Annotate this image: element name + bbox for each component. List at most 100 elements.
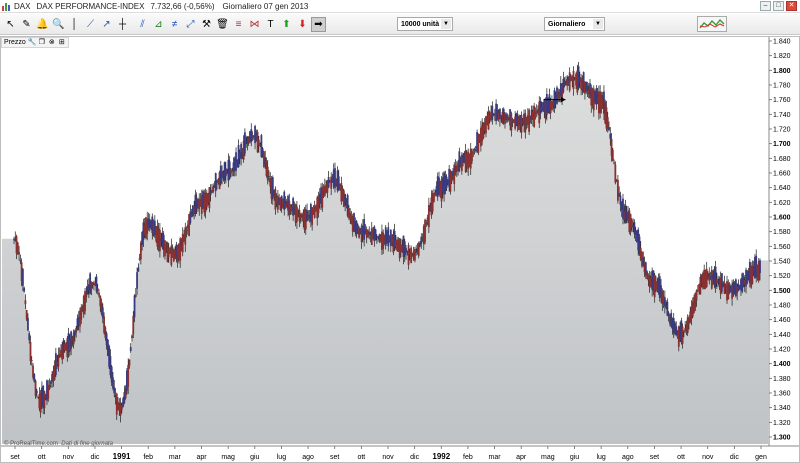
time-axis-label: set [330, 454, 339, 461]
minimize-button[interactable]: – [760, 1, 771, 11]
candle-down [414, 248, 416, 261]
app-chart-icon [2, 2, 11, 11]
fibonacci-icon[interactable]: ≡ [231, 17, 246, 32]
candle-down [127, 364, 130, 387]
candle-up [250, 129, 253, 142]
candle-up [23, 287, 26, 292]
regression-icon[interactable]: ⤢ [183, 17, 198, 32]
cursor-icon[interactable]: ↖ [3, 17, 18, 32]
time-axis-label: giu [250, 454, 259, 461]
candle-up [415, 251, 418, 253]
alarm-bell-icon[interactable]: 🔔 [35, 17, 50, 32]
price-axis-label: 1.380 [773, 376, 791, 383]
candle-down [48, 385, 51, 389]
time-axis-label: feb [463, 454, 473, 461]
ray-line-icon[interactable]: ↗ [99, 17, 114, 32]
candle-up [189, 211, 192, 223]
horizontal-line-icon[interactable]: ┼ [115, 17, 130, 32]
time-axis-label: dic [90, 454, 99, 461]
fan-lines-icon[interactable]: ≠ [167, 17, 182, 32]
price-axis-label: 1.820 [773, 53, 791, 60]
price-chart[interactable]: 1.840 1.820 1.800 1.780 1.760 1.740 1.720 1.700… [0, 36, 800, 463]
price-axis-label: 1.460 [773, 317, 791, 324]
time-axis-label: mag [221, 454, 235, 461]
time-axis-label: dic [730, 454, 739, 461]
candle-down [134, 294, 137, 297]
price-axis-label: 1.780 [773, 83, 791, 90]
indicators-graph-icon [699, 18, 725, 29]
candle-up [577, 66, 580, 88]
fibonacci-fan-icon[interactable]: ⋈ [247, 17, 262, 32]
candle-down [528, 109, 530, 132]
candle-down [132, 315, 135, 335]
vertical-line-icon[interactable]: │ [67, 17, 82, 32]
candle-up [19, 260, 22, 262]
add-panel-icon[interactable]: ⊞ [58, 39, 66, 47]
pencil-icon[interactable]: ✎ [19, 17, 34, 32]
candle-up [389, 229, 392, 246]
up-arrow-icon[interactable]: ⬆ [279, 17, 294, 32]
candle-up [387, 227, 390, 247]
window-icon[interactable]: ❐ [38, 39, 46, 47]
candle-down [30, 359, 33, 361]
candle-down [296, 206, 298, 222]
candle-up [27, 317, 29, 331]
time-axis-label: 1992 [432, 452, 450, 461]
candle-down [572, 70, 575, 90]
price-axis-label: 1.340 [773, 405, 791, 412]
candle-down [321, 186, 324, 208]
candle-up [112, 377, 114, 389]
candle-down [695, 290, 698, 301]
price-axis-label: 1.660 [773, 171, 791, 178]
candle-down [617, 179, 619, 201]
parallel-lines-icon[interactable]: ⫽ [135, 17, 150, 32]
time-axis-label: nov [63, 454, 75, 461]
maximize-button[interactable]: □ [773, 1, 784, 11]
candle-up [283, 191, 286, 210]
panel-label: Prezzo [4, 39, 26, 46]
candle-down [705, 268, 708, 287]
candle-up [271, 177, 274, 198]
candle-down [410, 247, 413, 263]
units-select-value: 10000 unità [401, 20, 440, 28]
candle-down [29, 342, 32, 361]
candle-up [21, 268, 24, 286]
price-axis-label: 1.560 [773, 244, 791, 251]
wrench-icon[interactable]: 🔧 [28, 39, 37, 47]
candle-down [131, 335, 133, 339]
price-axis-label: 1.540 [773, 259, 791, 266]
timeframe-select[interactable]: Giornaliero ▼ [544, 17, 605, 31]
time-axis-label: 1991 [113, 452, 131, 461]
close-button[interactable]: ✕ [786, 1, 797, 11]
candle-up [714, 266, 717, 287]
close-panel-icon[interactable]: ⊗ [48, 39, 56, 47]
delete-icon[interactable]: 🗑 [215, 17, 230, 32]
time-axis-label: ott [38, 454, 46, 461]
candle-down [311, 207, 314, 225]
text-tool-icon[interactable]: T [263, 17, 278, 32]
time-axis-label: giu [570, 454, 579, 461]
title-bar: DAX DAX PERFORMANCE-INDEX 7.732,66 (-0,5… [0, 0, 800, 13]
tools-icon[interactable]: ⚒ [199, 17, 214, 32]
down-arrow-icon[interactable]: ⬇ [295, 17, 310, 32]
price-axis-label: 1.480 [773, 303, 791, 310]
candle-down [524, 113, 527, 133]
candle-down [43, 391, 46, 409]
candle-down [613, 162, 615, 164]
time-axis-label: gen [755, 454, 767, 461]
channel-icon[interactable]: ⊿ [151, 17, 166, 32]
period-date: Giornaliero 07 gen 2013 [222, 1, 309, 11]
units-select[interactable]: 10000 unità ▼ [397, 17, 453, 31]
zoom-icon[interactable]: 🔍 [51, 17, 66, 32]
price-axis-label: 1.800 [773, 68, 791, 75]
candle-down [425, 222, 428, 224]
right-arrow-icon[interactable]: ➡ [311, 17, 326, 32]
trendline-icon[interactable]: ⟋ [83, 17, 98, 32]
candle-down [18, 252, 20, 255]
candle-down [472, 152, 475, 154]
candle-down [80, 307, 83, 320]
indicators-icon[interactable] [697, 16, 727, 32]
candle-up [609, 133, 612, 139]
candle-up [136, 272, 138, 289]
candle-up [137, 267, 140, 272]
